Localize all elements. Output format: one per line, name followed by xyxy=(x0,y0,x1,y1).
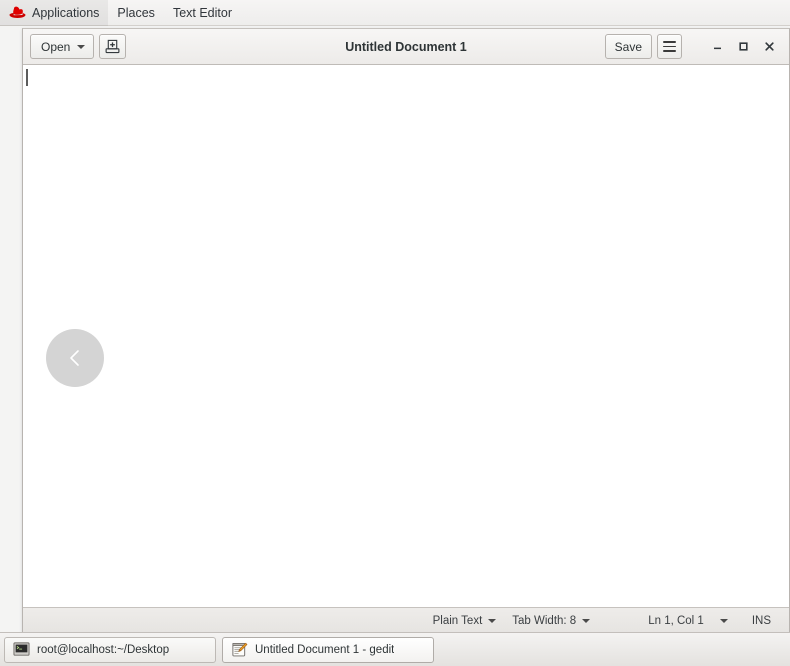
cursor-position: Ln 1, Col 1 xyxy=(642,611,710,631)
cursor-position-dropdown[interactable] xyxy=(714,611,734,631)
save-button-label: Save xyxy=(614,39,642,54)
new-document-button[interactable] xyxy=(99,34,127,59)
close-icon xyxy=(764,42,774,51)
applications-menu[interactable]: Applications xyxy=(0,0,109,26)
headerbar-right-group: Save xyxy=(604,34,782,60)
taskbar-item-label: Untitled Document 1 - gedit xyxy=(255,643,395,656)
text-editor-area[interactable] xyxy=(23,65,789,607)
chevron-down-icon xyxy=(582,618,591,623)
hamburger-menu-icon xyxy=(663,41,676,52)
minimize-icon xyxy=(713,47,721,50)
taskbar-item-gedit[interactable]: Untitled Document 1 - gedit xyxy=(222,636,434,663)
open-button-label: Open xyxy=(41,39,71,54)
maximize-icon xyxy=(738,42,748,51)
headerbar-left-group: Open xyxy=(30,34,127,59)
applications-menu-label: Applications xyxy=(32,5,100,20)
red-hat-logo-icon xyxy=(9,6,26,18)
maximize-button[interactable] xyxy=(730,34,756,60)
chevron-down-icon xyxy=(719,618,728,623)
language-selector[interactable]: Plain Text xyxy=(427,611,503,631)
chevron-left-icon xyxy=(70,350,79,366)
open-button[interactable]: Open xyxy=(30,34,95,59)
status-bar: Plain Text Tab Width: 8 Ln 1, Col 1 INS xyxy=(23,607,789,633)
language-label: Plain Text xyxy=(432,614,483,627)
insert-mode-indicator: INS xyxy=(738,611,777,631)
close-button[interactable] xyxy=(756,34,782,60)
tab-width-label: Tab Width: 8 xyxy=(512,614,577,627)
cursor-position-label: Ln 1, Col 1 xyxy=(648,614,704,627)
desktop-screen: Applications Places Text Editor Open Unt… xyxy=(0,0,790,666)
insert-mode-label: INS xyxy=(751,614,771,627)
window-headerbar: Open Untitled Document 1 Save xyxy=(23,29,789,65)
side-panel-reveal-button[interactable] xyxy=(46,329,104,387)
taskbar-item-label: root@localhost:~/Desktop xyxy=(37,643,170,656)
gedit-window: Open Untitled Document 1 Save Plain Text… xyxy=(22,28,790,634)
terminal-icon xyxy=(13,642,30,656)
window-list-taskbar: root@localhost:~/Desktop Untitled Docume… xyxy=(0,632,790,666)
places-menu[interactable]: Places xyxy=(108,0,164,26)
taskbar-item-terminal[interactable]: root@localhost:~/Desktop xyxy=(4,636,216,663)
chevron-down-icon xyxy=(77,44,86,49)
new-document-icon xyxy=(105,39,120,54)
minimize-button[interactable] xyxy=(704,34,730,60)
text-cursor xyxy=(26,69,28,86)
tab-width-selector[interactable]: Tab Width: 8 xyxy=(506,611,596,631)
app-name-menu[interactable]: Text Editor xyxy=(164,0,241,26)
gedit-icon xyxy=(232,642,248,657)
save-button[interactable]: Save xyxy=(604,34,652,59)
places-menu-label: Places xyxy=(117,5,155,20)
chevron-down-icon xyxy=(488,618,497,623)
app-name-menu-label: Text Editor xyxy=(172,5,232,20)
window-controls xyxy=(694,34,782,60)
gnome-top-panel: Applications Places Text Editor xyxy=(0,0,790,26)
main-menu-button[interactable] xyxy=(657,34,682,59)
